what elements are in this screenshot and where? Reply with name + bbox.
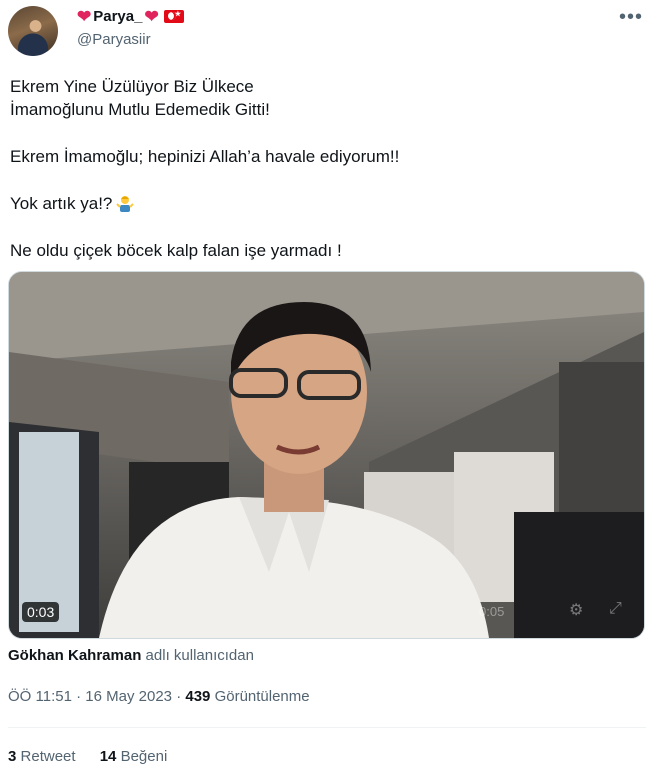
tweet-line: Ekrem Yine Üzülüyor Biz Ülkece bbox=[10, 77, 254, 96]
more-options-icon[interactable]: ••• bbox=[619, 6, 643, 29]
tweet-date[interactable]: 16 May 2023 bbox=[85, 688, 172, 705]
retweets-count: 3 bbox=[8, 748, 17, 765]
views-count: 439 bbox=[185, 688, 211, 705]
author-avatar[interactable] bbox=[8, 6, 58, 56]
settings-icon[interactable]: ⚙ bbox=[569, 600, 583, 620]
meta-separator: · bbox=[76, 688, 82, 705]
person-shrugging-icon bbox=[116, 196, 135, 212]
author-handle[interactable]: @Paryasiir bbox=[77, 31, 151, 48]
tweet-line: Ne oldu çiçek böcek kalp falan işe yarma… bbox=[10, 241, 342, 260]
meta-separator: · bbox=[176, 688, 182, 705]
likes-stat[interactable]: 14 Beğeni bbox=[100, 748, 168, 765]
author-display-name[interactable]: ❤ Parya_ ❤ bbox=[77, 8, 184, 25]
divider bbox=[8, 727, 646, 728]
attribution-user[interactable]: Gökhan Kahraman bbox=[8, 647, 141, 664]
video-player[interactable]: 0:05 ⚙ ⤢ bbox=[8, 271, 645, 639]
heart-icon: ❤ bbox=[77, 7, 92, 26]
tweet-text: Ekrem Yine Üzülüyor Biz Ülkece İmamoğlun… bbox=[10, 75, 630, 262]
fullscreen-icon[interactable]: ⤢ bbox=[609, 600, 622, 618]
likes-label: Beğeni bbox=[120, 748, 168, 765]
video-frame bbox=[9, 272, 644, 638]
tweet-line: Yok artık ya!? bbox=[10, 192, 630, 215]
tweet-meta: ÖÖ 11:51 · 16 May 2023 · 439 Görüntülenm… bbox=[8, 688, 310, 705]
tweet-line: İmamoğlunu Mutlu Edemedik Gitti! bbox=[10, 100, 270, 119]
tweet-line: Ekrem İmamoğlu; hepinizi Allah’a havale … bbox=[10, 147, 400, 166]
attribution-suffix: adlı kullanıcıdan bbox=[145, 647, 254, 664]
likes-count: 14 bbox=[99, 748, 117, 765]
heart-icon: ❤ bbox=[144, 7, 159, 26]
turkey-flag-icon bbox=[163, 10, 184, 23]
video-duration-badge: 0:03 bbox=[22, 602, 60, 622]
video-overlay-time: 0:05 bbox=[479, 604, 505, 619]
author-name-text: Parya_ bbox=[93, 8, 143, 25]
views-label: Görüntülenme bbox=[214, 688, 310, 705]
tweet-time[interactable]: ÖÖ 11:51 bbox=[8, 688, 72, 705]
retweets-stat[interactable]: 3 Retweet bbox=[8, 748, 76, 765]
retweets-label: Retweet bbox=[20, 748, 76, 765]
video-attribution: Gökhan Kahraman adlı kullanıcıdan bbox=[8, 647, 254, 664]
tweet-stats: 3 Retweet 14 Beğeni bbox=[8, 748, 187, 765]
